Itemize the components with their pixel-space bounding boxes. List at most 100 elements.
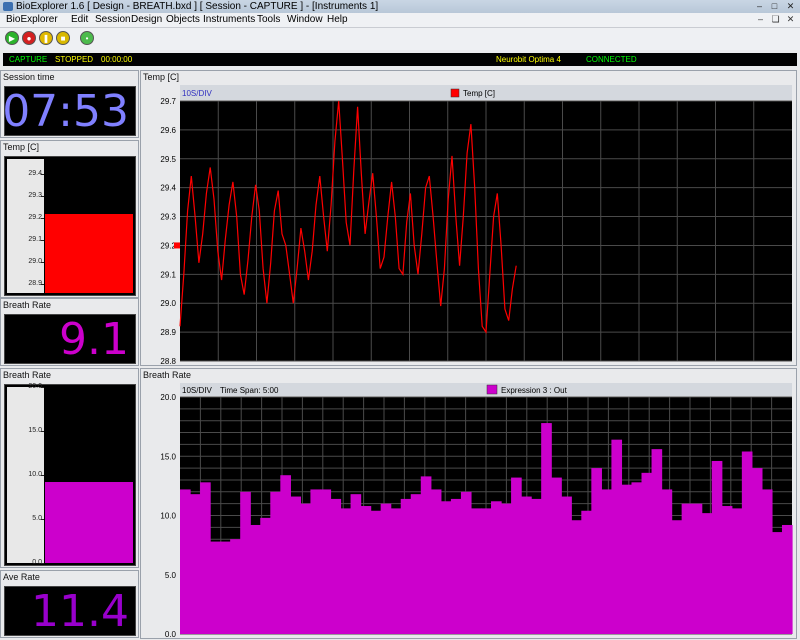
breath-y-tick: 20.0: [160, 393, 176, 402]
breath-bar: [541, 423, 552, 634]
breath-bar: [180, 489, 191, 634]
breath-bar: [450, 498, 462, 634]
temp-gauge-tick-mark: [41, 174, 44, 176]
temp-gauge-tick: 28.9: [28, 280, 42, 288]
breath-chart-title: Breath Rate: [143, 370, 192, 380]
breath-bar: [230, 539, 241, 634]
status-device: Neurobit Optima 4: [496, 55, 561, 64]
breath-gauge-tick-mark: [41, 431, 44, 432]
breath-bar: [280, 475, 291, 634]
breath-bar: [761, 489, 773, 634]
menu-objects[interactable]: Objects: [166, 13, 200, 27]
breath-bar: [671, 520, 683, 634]
close-icon[interactable]: ✕: [785, 1, 796, 11]
session-time-value: 07:53: [4, 86, 129, 136]
app-icon: [3, 2, 13, 11]
pause-icon[interactable]: ❚: [39, 31, 53, 45]
breath-bar: [661, 489, 673, 634]
breath-bar: [511, 477, 522, 634]
breath-bar: [200, 482, 211, 634]
menu-edit[interactable]: Edit: [71, 13, 88, 27]
session-time-label: Session time: [3, 72, 55, 82]
stop-icon[interactable]: ■: [56, 31, 70, 45]
breath-y-tick: 5.0: [165, 571, 177, 580]
menu-design[interactable]: Design: [131, 13, 162, 27]
ave-rate-panel: Ave Rate 11.4: [0, 570, 139, 638]
breath-y-tick: 0.0: [165, 630, 177, 638]
breath-bar: [681, 503, 693, 634]
breath-bar: [270, 491, 281, 634]
breath-bar: [190, 494, 201, 634]
breath-bar: [370, 510, 382, 634]
record-icon[interactable]: ●: [22, 31, 36, 45]
menu-help[interactable]: Help: [327, 13, 348, 27]
breath-gauge-tick: 10.0: [28, 471, 42, 478]
child-minimize-icon[interactable]: –: [755, 14, 766, 25]
status-bar: CAPTURE STOPPED 00:00:00 Neurobit Optima…: [3, 53, 797, 66]
child-close-icon[interactable]: ✕: [785, 14, 796, 25]
breath-bar: [691, 503, 703, 634]
breath-bar: [400, 498, 412, 634]
menu-tools[interactable]: Tools: [257, 13, 280, 27]
breath-rate-value: 9.1: [59, 314, 129, 364]
temp-gauge-tick: 29.2: [28, 214, 42, 222]
breath-span-label: Time Span: 5:00: [220, 386, 279, 395]
window-title: BioExplorer 1.6 [ Design - BREATH.bxd ] …: [16, 1, 379, 12]
breath-bar: [210, 541, 221, 634]
breath-bar: [561, 496, 572, 634]
temp-gauge-label: Temp [C]: [3, 142, 40, 152]
breath-legend-swatch: [486, 384, 498, 395]
breath-bar: [380, 503, 392, 634]
breath-bar: [330, 498, 342, 634]
breath-rate-display: 9.1: [4, 314, 136, 364]
minimize-icon[interactable]: –: [754, 1, 765, 11]
breath-gauge-tick-mark: [41, 475, 44, 476]
breath-bar: [601, 489, 613, 634]
breath-bar: [581, 510, 592, 634]
temp-gauge-tick-mark: [41, 262, 44, 264]
menu-bioexplorer[interactable]: BioExplorer: [6, 13, 58, 27]
menu-window[interactable]: Window: [287, 13, 323, 27]
breath-bar: [470, 508, 482, 634]
maximize-icon[interactable]: □: [769, 1, 780, 11]
breath-gauge-scale: 20.0 15.0 10.0 5.0 0.0: [7, 383, 44, 566]
temp-chart: 10S/DIV Temp [C]29.729.629.529.429.329.22…: [142, 85, 795, 365]
breath-bar: [460, 491, 472, 634]
breath-bar: [501, 503, 512, 634]
breath-bar: [350, 494, 362, 634]
temp-y-tick: 29.4: [160, 184, 176, 193]
breath-bar: [320, 489, 332, 634]
ave-rate-label: Ave Rate: [3, 572, 40, 582]
breath-bar: [360, 506, 372, 634]
breath-bar: [711, 460, 723, 634]
ave-rate-value: 11.4: [31, 586, 129, 636]
temp-chart-panel: Temp [C] 10S/DIV Temp [C] 29.7 29.6 29.5 29.4…: [140, 70, 797, 366]
breath-bar: [651, 449, 663, 634]
temp-y-tick: 29.5: [160, 155, 176, 164]
menu-session[interactable]: Session: [95, 13, 131, 27]
menu-bar: BioExplorer Edit Session Design Objects …: [0, 13, 800, 28]
breath-bar: [781, 524, 793, 634]
temp-gauge-tick: 29.4: [28, 170, 42, 178]
toolbar: ▶ ● ❚ ■ •: [0, 28, 800, 50]
temp-value-marker: [174, 242, 180, 249]
play-icon[interactable]: ▶: [5, 31, 19, 45]
breath-bar: [240, 491, 251, 634]
breath-bar: [290, 496, 301, 634]
options-icon[interactable]: •: [80, 31, 94, 45]
breath-chart-panel: Breath Rate 10S/DIV Time Span: 5:00 Expres…: [140, 368, 797, 639]
child-restore-icon[interactable]: ❏: [770, 14, 781, 25]
temp-legend-swatch: [450, 88, 460, 98]
temp-gauge-tick: 29.0: [28, 258, 42, 266]
breath-rate-panel: Breath Rate 9.1: [0, 298, 139, 366]
breath-bar: [701, 513, 713, 634]
breath-bar: [310, 489, 322, 634]
temp-y-tick: 28.8: [160, 357, 176, 365]
breath-bar: [440, 501, 452, 634]
breath-bar: [611, 439, 623, 634]
breath-rate-label: Breath Rate: [3, 300, 52, 310]
temp-gauge-tick-mark: [41, 218, 44, 220]
breath-bar: [420, 476, 432, 634]
temp-gauge-tick-mark: [41, 196, 44, 198]
menu-instruments[interactable]: Instruments: [203, 13, 255, 27]
